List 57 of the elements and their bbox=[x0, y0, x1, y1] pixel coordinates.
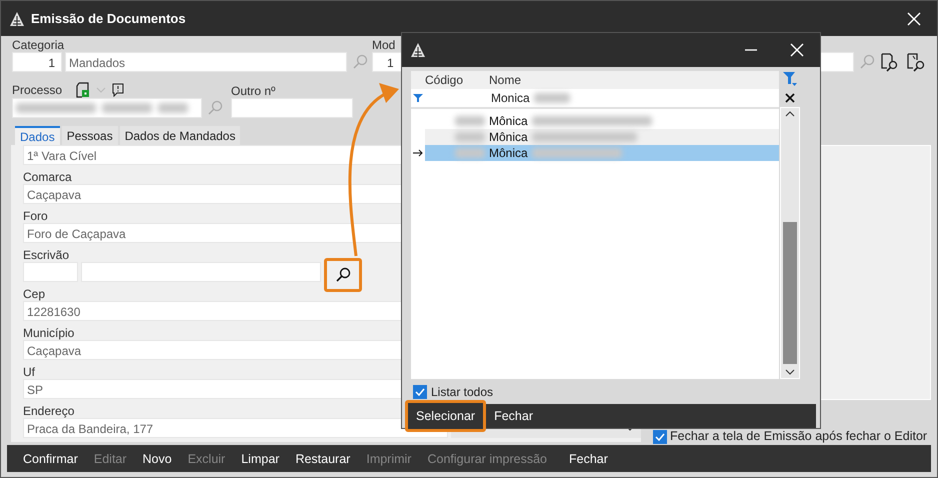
filter-field[interactable]: Monica bbox=[491, 91, 530, 105]
new-document-icon[interactable] bbox=[76, 82, 90, 98]
redacted-text bbox=[158, 103, 188, 113]
field-label: Endereço bbox=[23, 404, 74, 418]
tab[interactable]: Dados bbox=[15, 126, 60, 145]
search-button[interactable] bbox=[324, 258, 362, 292]
code-field[interactable] bbox=[23, 262, 78, 282]
tab[interactable]: Dados de Mandados bbox=[120, 126, 240, 145]
app-logo-icon bbox=[9, 10, 25, 26]
code-field[interactable]: 1 bbox=[12, 52, 62, 72]
checkbox[interactable] bbox=[413, 385, 427, 400]
scrollbar-thumb[interactable] bbox=[783, 222, 797, 364]
list-row[interactable]: Mônica bbox=[489, 146, 528, 160]
list-row[interactable]: Mônica bbox=[489, 130, 528, 144]
field-label: Outro nº bbox=[231, 84, 276, 98]
field-label: Escrivão bbox=[23, 248, 70, 262]
search-icon bbox=[335, 267, 351, 283]
process-field[interactable] bbox=[12, 98, 202, 118]
clear-filter-icon[interactable] bbox=[785, 93, 795, 103]
toolbar-button[interactable]: Fechar bbox=[560, 452, 616, 466]
column-header[interactable]: Nome bbox=[489, 73, 522, 87]
field-label: Foro bbox=[23, 209, 48, 223]
toolbar-button[interactable]: Restaurar bbox=[287, 452, 358, 466]
field-label: Categoria bbox=[12, 38, 66, 52]
tab[interactable]: Pessoas bbox=[62, 126, 118, 145]
field-label: Uf bbox=[23, 365, 35, 379]
field-label: Município bbox=[23, 326, 74, 340]
number-field[interactable] bbox=[231, 98, 353, 118]
redacted-text bbox=[534, 93, 570, 103]
dialog-button[interactable]: Selecionar bbox=[405, 400, 486, 432]
app-logo-icon bbox=[410, 42, 426, 58]
redacted-text bbox=[455, 116, 485, 126]
document-search-icon[interactable] bbox=[905, 52, 927, 72]
field-label: Processo bbox=[12, 83, 64, 97]
checkbox[interactable] bbox=[653, 430, 667, 444]
redacted-text bbox=[455, 148, 485, 158]
checkbox-label: Fechar a tela de Emissão após fechar o Editor bbox=[670, 430, 928, 443]
name-field[interactable] bbox=[81, 262, 321, 282]
list-row[interactable]: Mônica bbox=[489, 114, 528, 128]
field-label: Cep bbox=[23, 287, 46, 301]
scrollbar[interactable] bbox=[780, 107, 800, 380]
redacted-text bbox=[102, 103, 152, 113]
toolbar-button[interactable]: Novo bbox=[134, 452, 180, 466]
field-label: Mod bbox=[372, 38, 396, 52]
checkbox-label: Listar todos bbox=[431, 385, 494, 400]
comment-icon[interactable] bbox=[112, 83, 124, 97]
category-field[interactable]: Mandados bbox=[65, 52, 347, 72]
field-label: Comarca bbox=[23, 170, 72, 184]
filter-icon bbox=[413, 93, 423, 103]
window-title: Emissão de Documentos bbox=[31, 11, 187, 26]
toolbar-button[interactable]: Confirmar bbox=[15, 452, 86, 466]
toolbar-button[interactable]: Limpar bbox=[233, 452, 288, 466]
redacted-text bbox=[455, 132, 485, 142]
minimize-icon bbox=[745, 49, 757, 51]
filter-icon[interactable] bbox=[783, 71, 797, 87]
arrow-right-icon bbox=[413, 149, 423, 157]
column-header[interactable]: Código bbox=[425, 73, 485, 87]
